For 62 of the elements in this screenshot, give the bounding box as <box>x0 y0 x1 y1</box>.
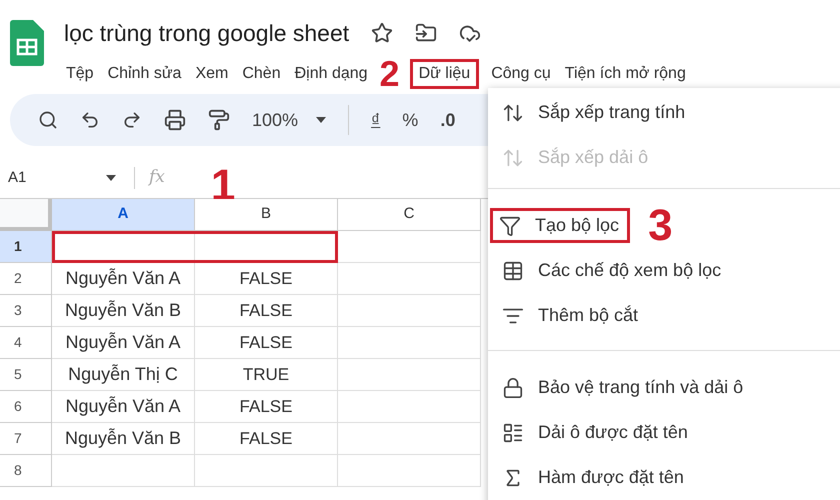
column-header[interactable]: A <box>52 199 195 231</box>
document-title[interactable]: lọc trùng trong google sheet <box>64 16 350 50</box>
menu-entry[interactable]: Thêm bộ cắt <box>502 302 638 329</box>
menu-entry[interactable]: Hàm được đặt tên <box>502 464 684 491</box>
caret-icon <box>106 175 116 181</box>
table-cell: Nguyễn Thị C <box>52 359 195 391</box>
column-header[interactable]: C <box>338 199 481 231</box>
menu-entry[interactable]: Bảo vệ trang tính và dải ô <box>502 374 744 401</box>
table-cell: Nguyễn Văn B <box>52 423 195 455</box>
menu-entry[interactable]: Sắp xếp trang tính <box>502 99 686 126</box>
table-cell: FALSE <box>195 327 338 359</box>
row-header[interactable]: 4 <box>0 327 52 359</box>
print-icon[interactable] <box>164 109 186 131</box>
table-cell: Nguyễn Văn A <box>52 327 195 359</box>
row-header[interactable]: 2 <box>0 263 52 295</box>
percent-button[interactable]: % <box>402 106 418 134</box>
paint-roller-icon[interactable] <box>208 109 230 131</box>
row-header[interactable]: 8 <box>0 455 52 487</box>
menu-entry[interactable]: Dải ô được đặt tên <box>502 419 688 446</box>
search-icon[interactable] <box>38 110 58 130</box>
menu-item[interactable]: Chỉnh sửa <box>106 58 184 88</box>
star-icon[interactable] <box>371 22 394 44</box>
function-icon: fx <box>149 165 165 191</box>
menu-item[interactable]: Dữ liệu <box>410 58 480 88</box>
row-header[interactable]: 7 <box>0 423 52 455</box>
menu-item[interactable]: Chèn <box>240 58 283 88</box>
menu-entry[interactable]: Các chế độ xem bộ lọc <box>502 257 722 284</box>
table-cell: Nguyễn Văn A <box>52 391 195 423</box>
table-icon <box>502 422 524 444</box>
table-icon <box>502 260 524 282</box>
decimal-button[interactable]: .0 <box>440 106 456 134</box>
menu-item[interactable]: Tiện ích mở rộng <box>562 58 688 88</box>
filter-icon <box>499 214 521 236</box>
menu-item[interactable]: Định dạng <box>292 58 370 88</box>
table-cell: FALSE <box>195 295 338 327</box>
lock-icon <box>502 376 524 398</box>
row-header[interactable]: 5 <box>0 359 52 391</box>
menu-entry[interactable]: Tạo bộ lọc <box>490 208 630 243</box>
sheets-logo-icon <box>10 20 44 66</box>
step-number: 3 <box>648 204 673 248</box>
menu-item[interactable]: Tệp <box>64 58 96 88</box>
table-cell: FALSE <box>195 263 338 295</box>
currency-button[interactable]: ₫ <box>371 106 380 134</box>
menu-item[interactable]: Xem <box>193 58 230 88</box>
zoom-dropdown[interactable]: 100% <box>252 106 326 134</box>
step-number: 2 <box>380 56 400 92</box>
column-header[interactable]: B <box>195 199 338 231</box>
table-cell: Nguyễn Văn A <box>52 263 195 295</box>
table-cell: Nguyễn Văn B <box>52 295 195 327</box>
corner-cell[interactable] <box>0 199 52 231</box>
menu-item[interactable]: Công cụ <box>489 58 553 88</box>
table-cell: FALSE <box>195 423 338 455</box>
folder-icon[interactable] <box>415 22 438 44</box>
row-header[interactable]: 1 <box>0 231 52 263</box>
name-box[interactable]: A1 <box>0 166 122 190</box>
undo-icon[interactable] <box>80 110 100 130</box>
row-header[interactable]: 6 <box>0 391 52 423</box>
row-header[interactable]: 3 <box>0 295 52 327</box>
caret-icon <box>316 117 326 123</box>
table-cell: TRUE <box>195 359 338 391</box>
table-cell: FALSE <box>195 391 338 423</box>
redo-icon[interactable] <box>122 110 142 130</box>
